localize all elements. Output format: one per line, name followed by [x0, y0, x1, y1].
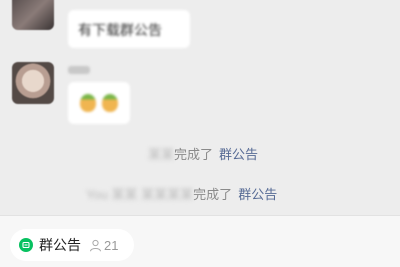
group-notice-pill[interactable]: 群公告 21: [10, 229, 134, 261]
group-notice-link[interactable]: 群公告: [219, 147, 258, 162]
group-notice-label: 群公告: [39, 237, 81, 253]
bottom-bar: 群公告 21: [0, 215, 400, 267]
system-actor: 某某: [148, 147, 175, 162]
sticker-bubble[interactable]: [68, 82, 130, 124]
system-verb: 完成了: [193, 187, 233, 202]
sticker-icon: [80, 94, 96, 112]
system-message: You 某某 某某某某完成了 群公告: [86, 184, 277, 203]
system-actor: You 某某 某某某某: [86, 187, 194, 202]
avatar[interactable]: [12, 0, 54, 30]
chat-area: 有下载群公告 某某完成了 群公告 You 某某 某某某某完成了 群公告: [0, 0, 400, 215]
group-notice-icon: [19, 238, 33, 252]
message-text: 有下载群公告: [78, 22, 162, 38]
sender-nickname: [68, 66, 90, 74]
message-bubble[interactable]: 有下载群公告: [68, 10, 190, 48]
system-message: 某某完成了 群公告: [148, 144, 258, 163]
system-verb: 完成了: [174, 147, 214, 162]
group-notice-link[interactable]: 群公告: [238, 187, 277, 202]
member-count: 21: [104, 237, 119, 253]
sticker-icon: [102, 94, 118, 112]
avatar[interactable]: [12, 62, 54, 104]
person-icon: [89, 239, 102, 252]
